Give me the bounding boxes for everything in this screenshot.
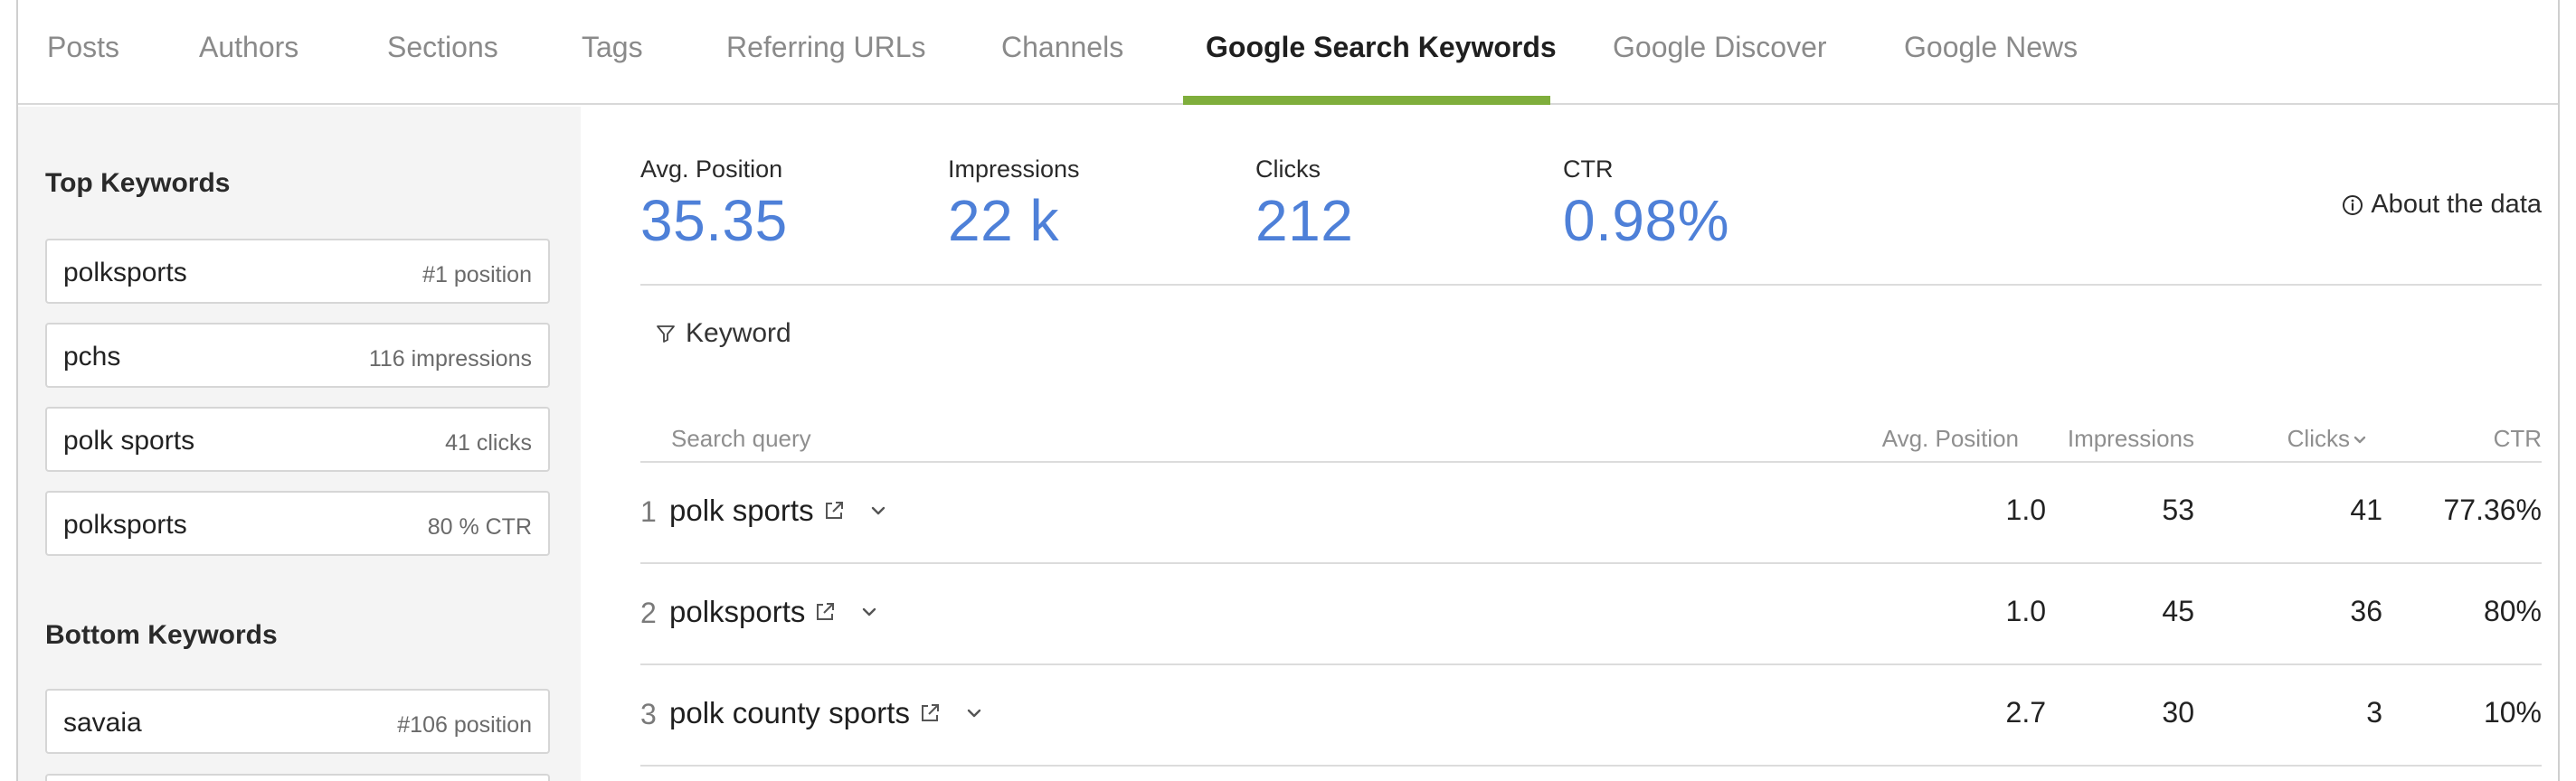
tab-google-discover[interactable]: Google Discover (1613, 31, 1827, 64)
keyword-metric: #106 position (397, 712, 532, 738)
bottom-keyword-card-partial[interactable] (45, 774, 550, 781)
row-clicks: 41 (2350, 494, 2382, 526)
chevron-down-icon[interactable] (962, 701, 986, 725)
top-keyword-card[interactable]: pchs 116 impressions (45, 323, 550, 388)
row-ctr: 10% (2483, 696, 2542, 729)
chevron-down-icon[interactable] (867, 499, 890, 522)
query-text: polk sports (669, 494, 814, 527)
tab-posts[interactable]: Posts (47, 31, 119, 64)
tab-referring-urls[interactable]: Referring URLs (726, 31, 926, 64)
divider (640, 284, 2542, 286)
column-header-search-query[interactable]: Search query (671, 425, 811, 453)
tab-google-news[interactable]: Google News (1904, 31, 2078, 64)
keyword-metric: 41 clicks (445, 430, 532, 456)
filter-label: Keyword (686, 318, 791, 348)
keyword-name: polksports (63, 258, 187, 287)
row-clicks: 36 (2350, 595, 2382, 627)
about-the-data-link[interactable]: About the data (2342, 190, 2542, 220)
table-row[interactable]: 3 polk county sports 2.7 30 3 10% (640, 665, 2542, 767)
sort-descending-icon (2353, 436, 2366, 444)
stat-impressions: Impressions 22 k (948, 155, 1080, 254)
row-impressions: 53 (2162, 494, 2194, 526)
stat-label: Impressions (948, 155, 1080, 183)
tab-tags[interactable]: Tags (582, 31, 643, 64)
bottom-keywords-heading: Bottom Keywords (45, 620, 278, 650)
info-icon (2343, 194, 2363, 215)
row-query: polk county sports (669, 696, 986, 730)
keyword-name: savaia (63, 708, 142, 738)
stat-avg-position: Avg. Position 35.35 (640, 155, 788, 254)
keyword-metric: 116 impressions (368, 346, 532, 372)
row-avg-position: 1.0 (2005, 595, 2046, 627)
row-query: polk sports (669, 494, 890, 528)
top-keyword-card[interactable]: polksports #1 position (45, 239, 550, 304)
row-impressions: 30 (2162, 696, 2194, 729)
stat-value: 35.35 (640, 188, 788, 253)
row-avg-position: 1.0 (2005, 494, 2046, 526)
row-impressions: 45 (2162, 595, 2194, 627)
row-rank: 1 (640, 495, 657, 528)
keyword-metric: #1 position (422, 262, 532, 287)
column-header-clicks-label: Clicks (2287, 425, 2350, 452)
column-header-impressions[interactable]: Impressions (2068, 425, 2194, 453)
top-keyword-card[interactable]: polk sports 41 clicks (45, 407, 550, 472)
top-keyword-card[interactable]: polksports 80 % CTR (45, 491, 550, 556)
row-clicks: 3 (2366, 696, 2382, 729)
query-text: polksports (669, 595, 806, 628)
stat-ctr: CTR 0.98% (1563, 155, 1729, 254)
keyword-metric: 80 % CTR (427, 514, 532, 540)
row-rank: 3 (640, 698, 657, 730)
tab-sections[interactable]: Sections (387, 31, 498, 64)
row-query: polksports (669, 595, 881, 629)
chevron-down-icon[interactable] (857, 600, 881, 624)
about-the-data-label: About the data (2371, 190, 2542, 219)
row-ctr: 77.36% (2443, 494, 2542, 526)
table-row[interactable]: 2 polksports 1.0 45 36 80% (640, 564, 2542, 665)
keywords-main-panel: Avg. Position 35.35 Impressions 22 k Cli… (624, 107, 2542, 781)
stat-clicks: Clicks 212 (1255, 155, 1353, 254)
keyword-name: polk sports (63, 426, 195, 456)
tab-google-search-keywords[interactable]: Google Search Keywords (1206, 31, 1557, 64)
column-header-clicks[interactable]: Clicks (2287, 425, 2368, 453)
stat-label: CTR (1563, 155, 1614, 183)
keyword-name: polksports (63, 510, 187, 540)
stat-label: Clicks (1255, 155, 1321, 183)
table-row[interactable]: 1 polk sports 1.0 53 41 77.36% (640, 463, 2542, 564)
stat-label: Avg. Position (640, 155, 783, 183)
stat-value: 212 (1255, 188, 1354, 253)
column-header-ctr[interactable]: CTR (2494, 425, 2542, 453)
tab-authors[interactable]: Authors (199, 31, 298, 64)
query-text: polk county sports (669, 696, 910, 729)
stat-value: 0.98% (1563, 188, 1729, 253)
column-header-avg-position[interactable]: Avg. Position (1882, 425, 2019, 453)
top-keywords-heading: Top Keywords (45, 168, 231, 198)
keywords-sidebar: Top Keywords polksports #1 position pchs… (18, 107, 581, 781)
row-rank: 2 (640, 597, 657, 629)
keyword-filter-button[interactable]: Keyword (655, 318, 791, 349)
external-link-icon[interactable] (821, 498, 847, 523)
bottom-keyword-card[interactable]: savaia #106 position (45, 689, 550, 754)
tab-bar: Posts Authors Sections Tags Referring UR… (18, 0, 2558, 105)
stat-value: 22 k (948, 188, 1059, 253)
active-tab-indicator (1183, 96, 1550, 105)
keyword-name: pchs (63, 342, 121, 372)
external-link-icon[interactable] (812, 599, 838, 625)
external-link-icon[interactable] (917, 701, 942, 726)
filter-icon (657, 325, 675, 343)
row-avg-position: 2.7 (2005, 696, 2046, 729)
app-frame: Posts Authors Sections Tags Referring UR… (16, 0, 2560, 781)
row-ctr: 80% (2483, 595, 2542, 627)
tab-channels[interactable]: Channels (1001, 31, 1123, 64)
